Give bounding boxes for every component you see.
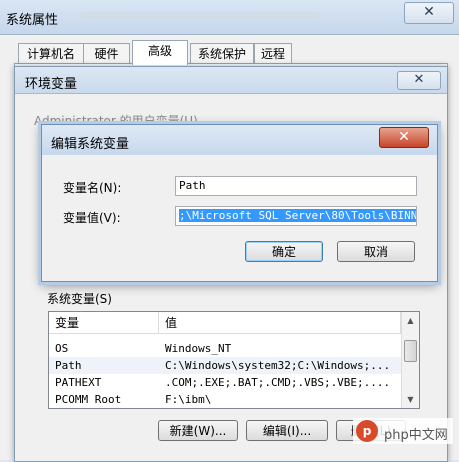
ok-button[interactable]: 确定 <box>245 241 323 262</box>
blurred-caption <box>80 12 320 19</box>
watermark-logo-icon: p <box>356 420 378 442</box>
table-row[interactable]: PCOMM Root F:\ibm\ <box>49 391 401 408</box>
column-header-value[interactable]: 值 <box>159 312 401 334</box>
var-value: C:\Windows\system32;C:\Windows;... <box>165 359 391 372</box>
new-variable-button[interactable]: 新建(W)... <box>158 420 238 441</box>
variable-name-label: 变量名(N): <box>63 181 122 195</box>
watermark-text: php中文网 <box>384 428 448 443</box>
system-properties-close-button[interactable]: ✕ <box>404 2 454 24</box>
system-properties-title: 系统属性 <box>6 13 59 28</box>
tab-remote[interactable]: 远程 <box>254 43 292 64</box>
var-value: .COM;.EXE;.BAT;.CMD;.VBS;.VBE;.... <box>165 376 391 389</box>
tab-advanced[interactable]: 高级 <box>132 40 188 65</box>
column-header-variable[interactable]: 变量 <box>49 312 159 334</box>
edit-system-variable-dialog: 编辑系统变量 ✕ 变量名(N): Path 变量值(V): ;\Microsof… <box>41 124 438 282</box>
var-value: Windows_NT <box>165 342 232 355</box>
env-close-button[interactable]: ✕ <box>397 71 441 90</box>
table-row[interactable]: PATHEXT .COM;.EXE;.BAT;.CMD;.VBS;.VBE;..… <box>49 374 401 391</box>
table-row[interactable]: OS Windows_NT <box>49 340 401 357</box>
var-name: Path <box>55 359 82 372</box>
cancel-button[interactable]: 取消 <box>337 241 415 262</box>
variable-value-label: 变量值(V): <box>63 211 121 225</box>
scroll-thumb[interactable] <box>404 340 417 362</box>
scroll-up-icon[interactable]: ▲ <box>402 312 419 329</box>
tab-system-protection[interactable]: 系统保护 <box>190 43 254 64</box>
var-name: OS <box>55 342 69 355</box>
system-vars-list[interactable]: 变量 值 OS Windows_NT Path C:\Windows\syste… <box>48 311 420 409</box>
dialog-body: 变量名(N): Path 变量值(V): ;\Microsoft SQL Ser… <box>45 155 434 278</box>
dialog-close-button[interactable]: ✕ <box>379 127 429 148</box>
edit-variable-button[interactable]: 编辑(I)... <box>246 420 328 441</box>
table-row[interactable]: Path C:\Windows\system32;C:\Windows;... <box>49 357 401 374</box>
env-titlebar <box>15 67 447 94</box>
var-name: PCOMM Root <box>55 393 122 406</box>
tab-computer-name[interactable]: 计算机名 <box>18 43 84 64</box>
tab-hardware[interactable]: 硬件 <box>83 43 130 64</box>
system-vars-label: 系统变量(S) <box>47 292 112 306</box>
vertical-scrollbar[interactable]: ▲ ▼ <box>401 312 419 408</box>
var-value: F:\ibm\ <box>165 393 212 406</box>
scroll-down-icon[interactable]: ▼ <box>402 391 419 408</box>
dialog-title: 编辑系统变量 <box>51 137 130 152</box>
variable-name-input[interactable]: Path <box>175 176 417 196</box>
env-title: 环境变量 <box>25 77 78 92</box>
variable-value-text: ;\Microsoft SQL Server\80\Tools\BINN <box>179 209 417 222</box>
variable-value-input[interactable]: ;\Microsoft SQL Server\80\Tools\BINN <box>175 206 417 226</box>
var-name: PATHEXT <box>55 376 102 389</box>
